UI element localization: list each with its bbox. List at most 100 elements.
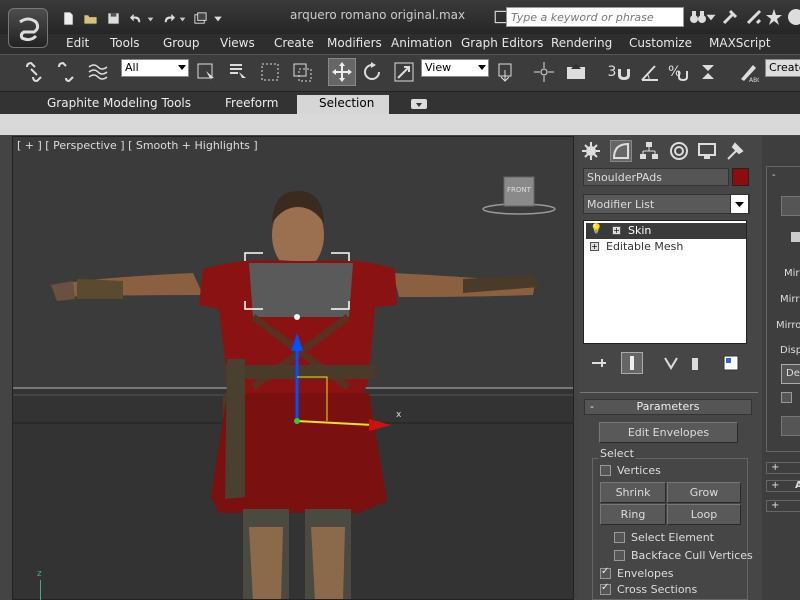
unlink-selection-icon[interactable] bbox=[54, 60, 78, 84]
spinner-snap-icon[interactable] bbox=[696, 60, 720, 84]
percent-snap-icon[interactable]: % bbox=[666, 60, 690, 84]
vertices-checkbox[interactable] bbox=[600, 465, 611, 476]
menu-customize[interactable]: Customize bbox=[629, 36, 692, 50]
object-color-swatch[interactable] bbox=[732, 168, 749, 186]
rectangular-selection-icon[interactable] bbox=[258, 60, 282, 84]
motion-tab-icon[interactable] bbox=[668, 140, 690, 162]
envelopes-checkbox[interactable] bbox=[600, 566, 611, 579]
hierarchy-tab-icon[interactable] bbox=[638, 140, 660, 162]
search-dropdown-icon[interactable] bbox=[706, 7, 716, 27]
binoculars-icon[interactable] bbox=[688, 7, 708, 27]
utilities-tab-icon[interactable] bbox=[724, 140, 746, 162]
modifier-list-dropdown[interactable]: Modifier List bbox=[583, 194, 750, 214]
select-and-move-button[interactable] bbox=[328, 58, 356, 86]
select-and-rotate-icon[interactable] bbox=[360, 60, 384, 84]
pin-stack-icon[interactable] bbox=[588, 352, 610, 374]
secondary-small-icon bbox=[791, 232, 800, 242]
menu-create[interactable]: Create bbox=[274, 36, 314, 50]
rollout-header-3[interactable]: + bbox=[766, 500, 800, 512]
select-and-scale-icon[interactable] bbox=[392, 60, 416, 84]
select-object-icon[interactable] bbox=[194, 60, 218, 84]
menu-rendering[interactable]: Rendering bbox=[551, 36, 612, 50]
edit-named-selection-icon[interactable]: ABC bbox=[736, 60, 760, 84]
select-element-checkbox[interactable] bbox=[614, 532, 625, 543]
rollout-header-2[interactable]: + A bbox=[766, 480, 800, 492]
show-end-result-icon[interactable] bbox=[621, 352, 643, 374]
display-tab-icon[interactable] bbox=[696, 140, 718, 162]
create-selection-set-field[interactable]: Create bbox=[765, 59, 800, 77]
tab-freeform[interactable]: Freeform bbox=[225, 96, 278, 110]
rollout-header-1[interactable]: + bbox=[766, 462, 800, 474]
menu-group[interactable]: Group bbox=[163, 36, 200, 50]
remove-modifier-icon[interactable] bbox=[684, 352, 706, 374]
axis-tripod bbox=[40, 580, 41, 600]
undo-icon[interactable] bbox=[128, 10, 145, 26]
loop-button[interactable]: Loop bbox=[667, 504, 741, 525]
save-file-icon[interactable] bbox=[105, 10, 122, 26]
redo-dropdown-icon[interactable] bbox=[178, 10, 187, 26]
ribbon-panel bbox=[0, 114, 800, 135]
pivot-center-icon[interactable] bbox=[494, 60, 518, 84]
help-icon[interactable] bbox=[786, 7, 800, 27]
menu-modifiers[interactable]: Modifiers bbox=[327, 36, 382, 50]
open-file-icon[interactable] bbox=[82, 10, 99, 26]
snap-magnet-icon[interactable] bbox=[612, 60, 636, 84]
modifier-stack: 💡 + Skin + Editable Mesh bbox=[583, 220, 747, 344]
viewport-scene bbox=[13, 137, 573, 599]
secondary-rollout-toggle[interactable]: - bbox=[772, 170, 776, 181]
menu-animation[interactable]: Animation bbox=[391, 36, 452, 50]
make-unique-icon[interactable] bbox=[660, 352, 682, 374]
expand-icon[interactable]: + bbox=[612, 226, 621, 235]
tab-selection[interactable]: Selection bbox=[319, 96, 374, 110]
modifier-list-arrow[interactable] bbox=[730, 194, 749, 214]
select-and-manipulate-icon[interactable] bbox=[532, 60, 556, 84]
bind-space-warp-icon[interactable] bbox=[86, 60, 110, 84]
selection-filter-dropdown[interactable]: All bbox=[121, 59, 189, 77]
display-label: Disp bbox=[780, 345, 800, 356]
create-tab-icon[interactable] bbox=[580, 140, 602, 162]
display-dropdown[interactable]: De bbox=[781, 364, 800, 384]
perspective-viewport[interactable] bbox=[12, 136, 574, 600]
ring-button[interactable]: Ring bbox=[600, 504, 666, 525]
angle-snap-icon[interactable] bbox=[638, 60, 662, 84]
viewport-label[interactable]: [ + ] [ Perspective ] [ Smooth + Highlig… bbox=[17, 139, 258, 152]
communication-center-icon[interactable] bbox=[720, 7, 740, 27]
stack-item-editable-mesh[interactable]: + Editable Mesh bbox=[586, 239, 746, 255]
parameters-rollout-header[interactable]: - Parameters bbox=[584, 399, 752, 415]
undo-dropdown-icon[interactable] bbox=[146, 10, 155, 26]
lightbulb-icon[interactable]: 💡 bbox=[590, 224, 602, 235]
reference-coordinate-dropdown[interactable]: View bbox=[421, 59, 489, 77]
expand-icon[interactable]: + bbox=[590, 242, 599, 251]
modify-tab-icon[interactable] bbox=[610, 140, 632, 162]
redo-icon[interactable] bbox=[160, 10, 177, 26]
favorites-star-icon[interactable] bbox=[764, 7, 784, 27]
customize-quickaccess-icon[interactable] bbox=[212, 10, 224, 26]
select-and-link-icon[interactable] bbox=[22, 60, 46, 84]
menu-tools[interactable]: Tools bbox=[110, 36, 140, 50]
menu-edit[interactable]: Edit bbox=[66, 36, 89, 50]
grow-button[interactable]: Grow bbox=[667, 482, 741, 503]
select-by-name-icon[interactable] bbox=[226, 60, 250, 84]
project-folder-icon[interactable] bbox=[192, 10, 209, 26]
keyboard-shortcut-override-icon[interactable] bbox=[564, 60, 588, 84]
new-file-icon[interactable] bbox=[60, 10, 77, 26]
search-input[interactable]: Type a keyword or phrase bbox=[506, 7, 684, 27]
stack-item-skin[interactable]: 💡 + Skin bbox=[586, 223, 746, 239]
window-crossing-icon[interactable] bbox=[290, 60, 314, 84]
secondary-button[interactable] bbox=[781, 196, 800, 216]
secondary-button-2[interactable] bbox=[781, 416, 800, 436]
secondary-checkbox[interactable] bbox=[781, 392, 792, 403]
tab-graphite-modeling-tools[interactable]: Graphite Modeling Tools bbox=[47, 96, 191, 110]
backface-cull-checkbox[interactable] bbox=[614, 550, 625, 561]
application-logo-button[interactable] bbox=[8, 8, 48, 48]
object-name-field[interactable]: ShoulderPAds bbox=[583, 168, 729, 186]
cross-sections-checkbox[interactable] bbox=[600, 582, 611, 595]
menu-views[interactable]: Views bbox=[220, 36, 255, 50]
configure-modifier-sets-icon[interactable] bbox=[720, 352, 742, 374]
menu-graph-editors[interactable]: Graph Editors bbox=[461, 36, 543, 50]
tools-icon[interactable] bbox=[744, 7, 764, 27]
shrink-button[interactable]: Shrink bbox=[600, 482, 666, 503]
edit-envelopes-button[interactable]: Edit Envelopes bbox=[599, 422, 738, 443]
menu-maxscript[interactable]: MAXScript bbox=[709, 36, 771, 50]
ribbon-minimize-button[interactable] bbox=[411, 99, 427, 109]
